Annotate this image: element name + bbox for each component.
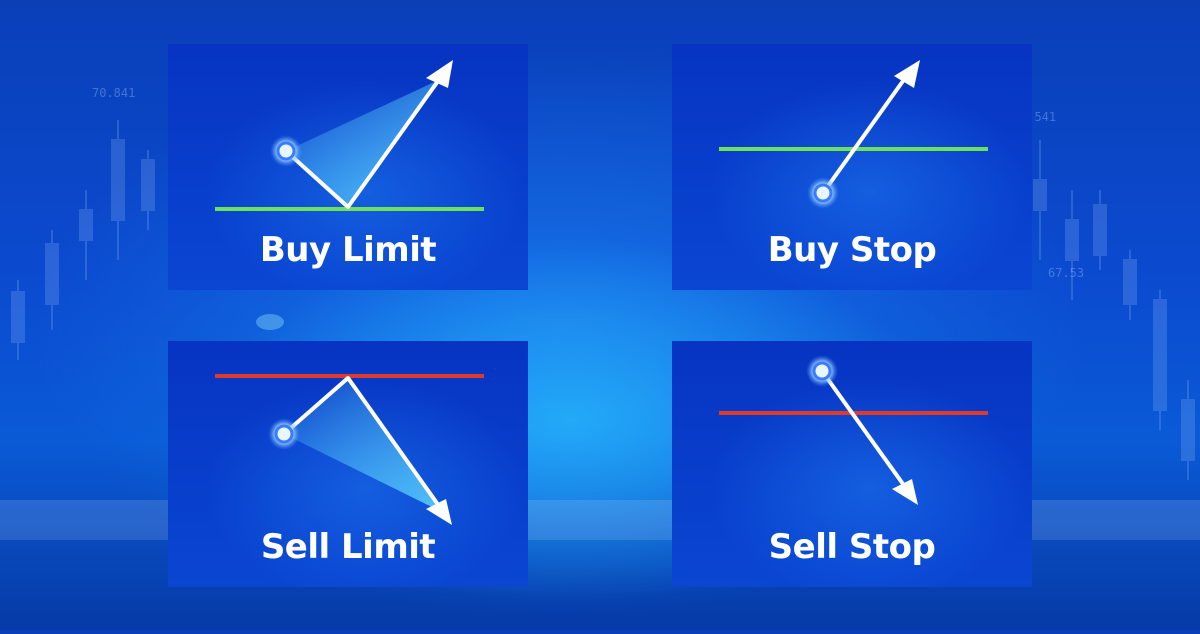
sell-stop-panel: Sell Stop bbox=[672, 341, 1032, 587]
entry-point-dot bbox=[276, 141, 296, 161]
buy-stop-label: Buy Stop bbox=[767, 230, 937, 270]
price-path-arrow bbox=[820, 369, 910, 493]
sell-limit-panel: Sell Limit bbox=[168, 341, 528, 587]
ticker-value-1: 70.841 bbox=[92, 86, 136, 100]
buy-limit-label: Buy Limit bbox=[259, 230, 437, 270]
sell-stop-label: Sell Stop bbox=[768, 527, 936, 567]
arrow-head-icon bbox=[892, 479, 918, 505]
entry-point-dot bbox=[813, 183, 833, 203]
entry-point-dot bbox=[812, 361, 832, 381]
entry-point-dot bbox=[274, 424, 294, 444]
price-zone-shade bbox=[286, 78, 443, 207]
buy-limit-panel: Buy Limit bbox=[168, 44, 528, 290]
buy-stop-panel: Buy Stop bbox=[672, 44, 1032, 290]
ticker-value-3: 67.53 bbox=[1048, 266, 1085, 280]
arrow-head-icon bbox=[894, 60, 920, 88]
arrow-head-icon bbox=[426, 60, 453, 88]
price-path-arrow bbox=[821, 72, 910, 195]
sell-limit-label: Sell Limit bbox=[260, 527, 436, 567]
